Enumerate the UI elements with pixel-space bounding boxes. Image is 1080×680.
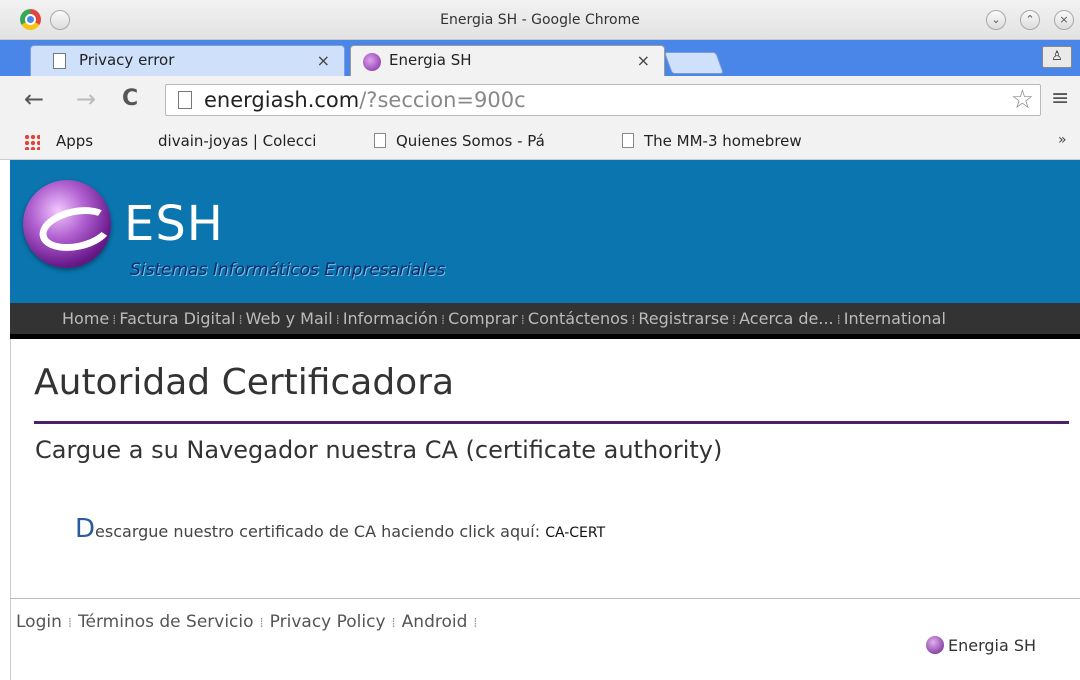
profile-button[interactable]: ♙ (1042, 46, 1072, 68)
title-divider (34, 421, 1069, 424)
bookmarks-bar: Apps divain-joyas | Colecci Quienes Somo… (0, 124, 1080, 160)
dropcap-letter: D (75, 514, 96, 544)
bookmarks-overflow-button[interactable]: » (1058, 132, 1067, 148)
bookmark-label: The MM-3 homebrew (644, 132, 802, 150)
site-nav: Home ⁞ Factura Digital ⁞ Web y Mail ⁞ Informac… (10, 303, 1080, 339)
url-text[interactable]: energiash.com/?seccion=900c (204, 88, 526, 112)
url-host: energiash.com (204, 88, 360, 112)
nav-factura-digital[interactable]: Factura Digital (119, 309, 235, 328)
nav-informacion[interactable]: Información (343, 309, 438, 328)
nav-separator: ⁞ (335, 313, 340, 328)
nav-separator: ⁞ (238, 313, 243, 328)
bookmark-quienes-somos[interactable]: Quienes Somos - Pá (374, 132, 596, 150)
site-tagline: Sistemas Informáticos Empresariales (130, 260, 446, 280)
tab-close-button[interactable]: × (637, 46, 650, 75)
forward-button[interactable]: → (76, 84, 96, 114)
footer-brand[interactable]: Energia SH (926, 636, 1036, 655)
nav-web-y-mail[interactable]: Web y Mail (246, 309, 333, 328)
page-subtitle: Cargue a su Navegador nuestra CA (certif… (35, 436, 723, 464)
tab-close-button[interactable]: × (317, 46, 330, 75)
browser-toolbar: ← → C energiash.com/?seccion=900c ☆ ≡ (0, 76, 1080, 124)
footer-separator: ⁞ (473, 616, 478, 631)
nav-separator: ⁞ (440, 313, 446, 328)
site-header: ESH Sistemas Informáticos Empresariales (10, 160, 1080, 303)
page-title: Autoridad Certificadora (34, 362, 455, 403)
site-logo-text[interactable]: ESH (124, 196, 224, 252)
tab-energia-sh[interactable]: Energia SH × (350, 45, 665, 76)
tab-label: Privacy error (79, 51, 175, 69)
window-title: Energia SH - Google Chrome (440, 12, 640, 28)
bookmark-divain-joyas[interactable]: divain-joyas | Colecci (158, 132, 372, 150)
address-bar[interactable]: energiash.com/?seccion=900c ☆ (165, 84, 1041, 116)
bookmark-apps[interactable]: Apps (56, 132, 93, 150)
nav-separator: ⁞ (520, 313, 525, 328)
nav-home[interactable]: Home (62, 309, 109, 328)
bookmark-label: Quienes Somos - Pá (396, 132, 545, 150)
footer-separator: ⁞ (391, 616, 396, 631)
footer-links: Login ⁞ Términos de Servicio ⁞ Privacy Polic… (16, 612, 484, 632)
document-icon (622, 133, 634, 148)
esh-logo-icon[interactable] (23, 180, 111, 268)
nav-separator: ⁞ (631, 313, 636, 328)
document-icon (53, 53, 66, 69)
footer-login-link[interactable]: Login (16, 612, 62, 632)
close-window-button[interactable]: × (1054, 10, 1074, 30)
nav-comprar[interactable]: Comprar (448, 309, 518, 328)
tab-privacy-error[interactable]: Privacy error × (30, 45, 345, 76)
bookmark-mm3-homebrew[interactable]: The MM-3 homebrew (622, 132, 802, 150)
content-left-border (10, 339, 11, 680)
tab-label: Energia SH (389, 51, 472, 69)
nav-separator: ⁞ (836, 313, 841, 328)
url-path: /?seccion=900c (359, 88, 526, 112)
energia-favicon-icon (363, 53, 381, 71)
new-tab-button[interactable] (663, 52, 725, 74)
window-titlebar: Energia SH - Google Chrome ⌄ ⌃ × (0, 0, 1080, 40)
chrome-menu-button[interactable]: ≡ (1051, 88, 1069, 110)
apps-grid-icon (24, 134, 40, 150)
footer-divider (10, 598, 1080, 599)
footer-separator: ⁞ (259, 616, 264, 631)
footer-terminos-link[interactable]: Términos de Servicio (78, 612, 254, 632)
page-info-icon[interactable] (178, 91, 192, 109)
footer-privacy-link[interactable]: Privacy Policy (270, 612, 386, 632)
footer-android-link[interactable]: Android (402, 612, 468, 632)
energia-logo-icon (926, 636, 944, 654)
document-icon (374, 133, 386, 148)
maximize-button[interactable]: ⌃ (1020, 10, 1040, 30)
nav-registrarse[interactable]: Registrarse (638, 309, 729, 328)
reload-button[interactable]: C (122, 84, 138, 114)
nav-acerca-de[interactable]: Acerca de... (739, 309, 833, 328)
footer-brand-label: Energia SH (948, 636, 1037, 655)
nav-contactenos[interactable]: Contáctenos (528, 309, 628, 328)
ca-cert-link[interactable]: CA-CERT (545, 525, 605, 541)
nav-international[interactable]: International (844, 309, 946, 328)
back-button[interactable]: ← (24, 84, 44, 114)
footer-separator: ⁞ (67, 616, 73, 631)
nav-items: Home ⁞ Factura Digital ⁞ Web y Mail ⁞ Informac… (62, 309, 946, 328)
certificate-download-text: Descargue nuestro certificado de CA haci… (75, 514, 605, 544)
certificate-instruction: escargue nuestro certificado de CA hacie… (95, 522, 541, 541)
bookmark-star-icon[interactable]: ☆ (1011, 85, 1034, 115)
nav-separator: ⁞ (112, 313, 117, 328)
minimize-button[interactable]: ⌄ (986, 10, 1006, 30)
tab-strip: Privacy error × Energia SH × ♙ (0, 40, 1080, 76)
nav-separator: ⁞ (732, 313, 737, 328)
